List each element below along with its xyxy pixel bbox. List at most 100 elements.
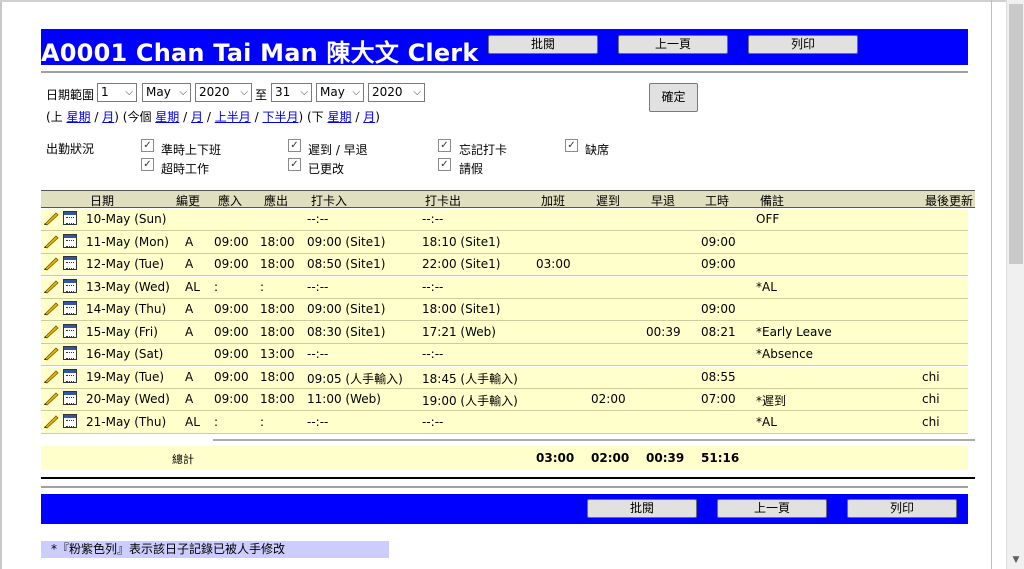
previous-page-button[interactable]: 上一頁: [618, 35, 728, 54]
late-early-checkbox[interactable]: ✓: [288, 139, 301, 152]
row-date: 13-May (Wed): [86, 279, 170, 294]
next-week-link[interactable]: 星期: [327, 110, 351, 124]
scroll-down-arrow-icon[interactable]: ▼: [1010, 555, 1022, 565]
calendar-icon[interactable]: [63, 413, 77, 428]
edit-pencil-icon[interactable]: [43, 257, 59, 271]
row-date: 10-May (Sun): [86, 212, 167, 226]
table-row: 19-May (Tue) A 09:00 18:00 09:05 (人手輸入) 18:45…: [41, 366, 968, 389]
leave-checkbox[interactable]: ✓: [438, 158, 451, 171]
print-button[interactable]: 列印: [748, 35, 858, 54]
row-hours: 09:00: [701, 302, 736, 316]
row-shift: A: [185, 324, 194, 339]
edit-pencil-icon[interactable]: [43, 279, 59, 294]
edit-pencil-icon[interactable]: [43, 324, 59, 339]
row-scheduled-in: 09:00: [214, 392, 249, 406]
row-hours: 09:00: [701, 234, 736, 249]
current-month-link[interactable]: 月: [191, 110, 203, 124]
vertical-scrollbar[interactable]: ▼: [1006, 0, 1024, 569]
quick-range-links: (上 星期 / 月) (今個 星期 / 月 / 上半月 / 下半月) (下 星期…: [46, 108, 380, 125]
absent-checkbox[interactable]: ✓: [565, 139, 578, 152]
sep: /: [355, 110, 360, 124]
edit-pencil-icon[interactable]: [43, 212, 59, 226]
scrollbar-thumb[interactable]: [1009, 4, 1023, 264]
row-clock-out: --:--: [422, 347, 444, 361]
chevron-down-icon: ⌵: [300, 87, 308, 98]
prev-month-link[interactable]: 月: [102, 110, 114, 124]
edit-pencil-icon[interactable]: [43, 302, 59, 316]
chevron-down-icon: ⌵: [125, 87, 133, 98]
next-month-link[interactable]: 月: [363, 110, 375, 124]
next-close: ): [375, 110, 380, 124]
row-clock-in: 11:00 (Web): [307, 392, 381, 406]
table-row: 11-May (Mon) A 09:00 18:00 09:00 (Site1) 18:1…: [41, 231, 968, 254]
col-remark: 備註: [760, 194, 785, 208]
calendar-icon[interactable]: [63, 278, 77, 293]
row-date: 14-May (Thu): [86, 302, 167, 316]
edit-pencil-icon[interactable]: [43, 369, 59, 384]
to-year-select[interactable]: 2020 ⌵: [368, 83, 425, 102]
to-day-select[interactable]: 31 ⌵: [271, 83, 312, 102]
col-late: 遲到: [596, 194, 621, 208]
from-month-select[interactable]: May ⌵: [142, 83, 191, 102]
table-bottom-border: [41, 477, 975, 479]
footer-previous-page-button[interactable]: 上一頁: [717, 499, 827, 518]
overtime-checkbox[interactable]: ✓: [141, 158, 154, 171]
calendar-icon[interactable]: [63, 233, 77, 248]
window-frame-top: [0, 0, 1006, 2]
row-remark: *Absence: [756, 347, 814, 361]
row-scheduled-in: :: [214, 279, 219, 294]
late-early-label: 遲到 / 早退: [308, 143, 368, 157]
row-clock-in: 08:50 (Site1): [307, 257, 386, 271]
absent-label: 缺席: [585, 143, 610, 157]
edit-pencil-icon[interactable]: [43, 414, 59, 429]
on-time-checkbox[interactable]: ✓: [141, 139, 154, 152]
table-row: 21-May (Thu) AL:: --:-- --:-- *AL chi: [41, 411, 968, 434]
from-day-select[interactable]: 1 ⌵: [97, 83, 137, 102]
table-row: 12-May (Tue) A 09:00 18:00 08:50 (Site1) 22:0…: [41, 254, 968, 276]
row-remark: *Early Leave: [756, 324, 832, 339]
row-clock-out: 18:10 (Site1): [422, 234, 501, 249]
current-week-link[interactable]: 星期: [155, 110, 179, 124]
to-month-value: May: [320, 85, 345, 99]
to-month-select[interactable]: May ⌵: [316, 83, 364, 102]
total-overtime: 03:00: [536, 451, 575, 465]
confirm-button[interactable]: 確定: [649, 83, 698, 112]
calendar-icon[interactable]: [63, 323, 77, 338]
second-half-month-link[interactable]: 下半月: [262, 110, 298, 124]
footer-bar: [41, 494, 968, 524]
calendar-icon[interactable]: [63, 368, 77, 383]
forgot-punch-checkbox[interactable]: ✓: [438, 139, 451, 152]
calendar-icon[interactable]: [63, 211, 77, 225]
approve-button[interactable]: 批閱: [488, 35, 598, 54]
row-shift: AL: [185, 414, 200, 429]
row-remark: *AL: [756, 279, 777, 294]
row-hours: 08:55: [701, 369, 736, 384]
total-hours: 51:16: [701, 451, 740, 465]
row-scheduled-in: 09:00: [214, 234, 249, 249]
calendar-icon[interactable]: [63, 256, 77, 270]
footer-print-button[interactable]: 列印: [847, 499, 957, 518]
row-shift: A: [185, 369, 194, 384]
prev-week-link[interactable]: 星期: [67, 110, 91, 124]
from-day-value: 1: [101, 85, 109, 99]
row-scheduled-out: 13:00: [260, 347, 295, 361]
modified-checkbox[interactable]: ✓: [288, 158, 301, 171]
sep: /: [94, 110, 99, 124]
row-scheduled-out: 18:00: [260, 324, 295, 339]
row-last-updated: chi: [922, 369, 940, 384]
calendar-icon[interactable]: [63, 346, 77, 360]
calendar-icon[interactable]: [63, 391, 77, 405]
edit-pencil-icon[interactable]: [43, 347, 59, 361]
edit-pencil-icon[interactable]: [43, 392, 59, 406]
first-half-month-link[interactable]: 上半月: [215, 110, 251, 124]
from-year-select[interactable]: 2020 ⌵: [195, 83, 252, 102]
edit-pencil-icon[interactable]: [43, 234, 59, 249]
row-scheduled-in: 09:00: [214, 324, 249, 339]
footer-approve-button[interactable]: 批閱: [587, 499, 697, 518]
row-early-leave: 00:39: [646, 324, 681, 339]
modified-label: 已更改: [308, 162, 345, 176]
row-clock-out: 22:00 (Site1): [422, 257, 501, 271]
calendar-icon[interactable]: [63, 301, 77, 315]
row-date: 11-May (Mon): [86, 234, 169, 249]
col-early-leave: 早退: [651, 194, 676, 208]
